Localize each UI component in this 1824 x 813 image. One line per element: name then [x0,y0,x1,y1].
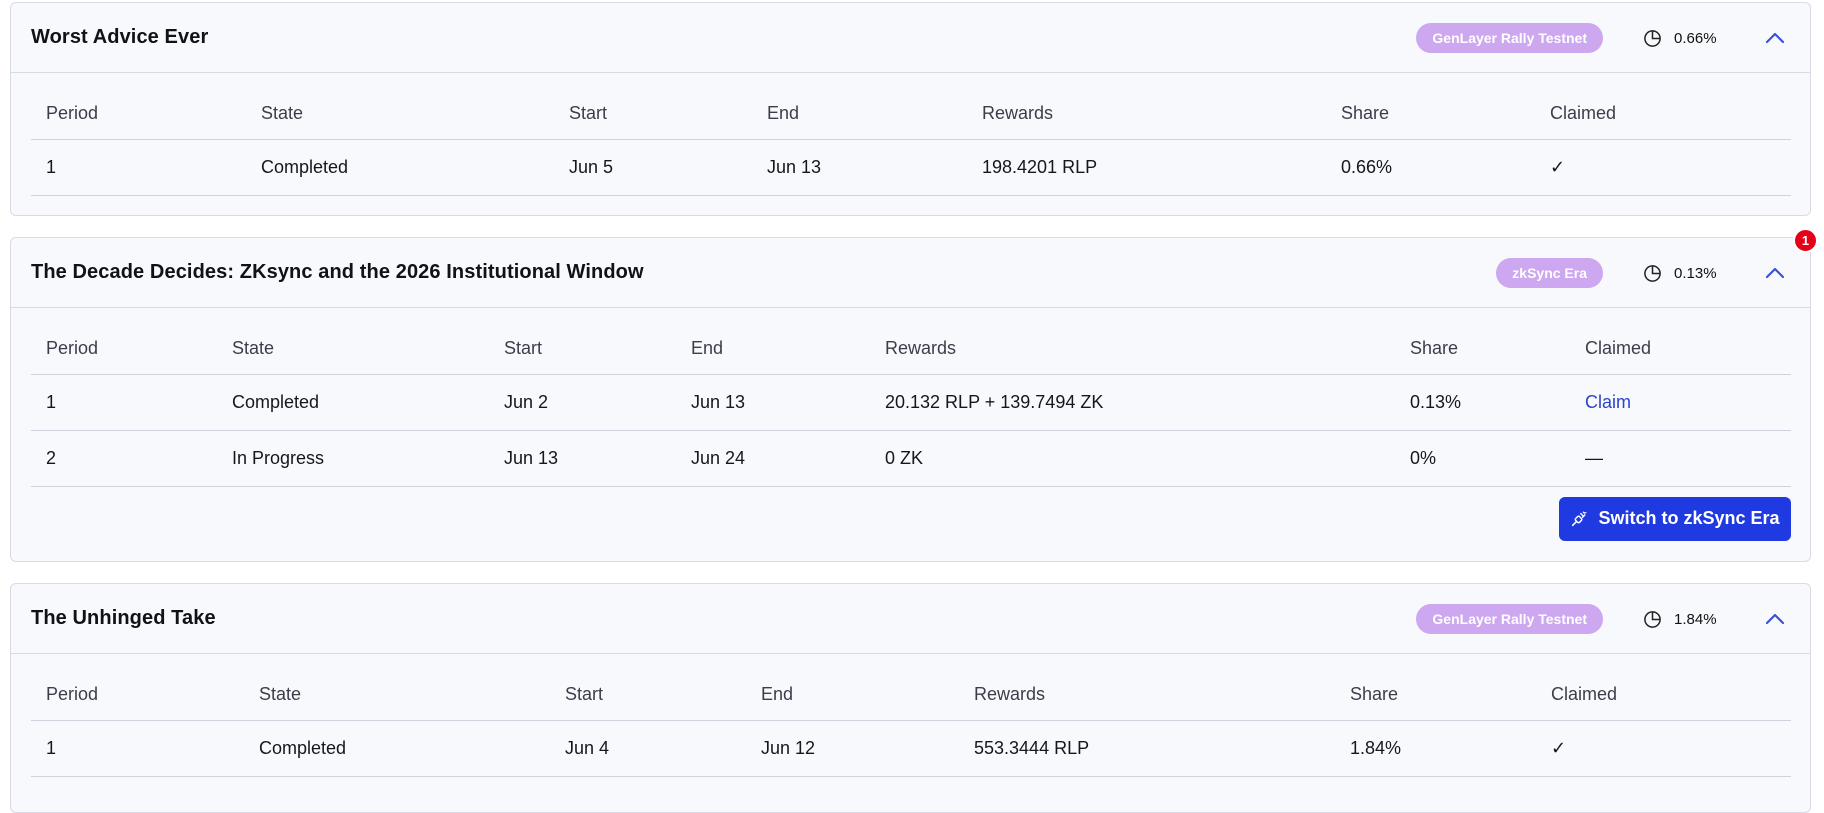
column-rewards: Rewards [959,654,1335,721]
share-summary: 1.84% [1643,610,1753,629]
column-rewards: Rewards [870,308,1395,375]
cell-period: 1 [31,720,244,777]
cell-state: Completed [244,720,550,777]
claim-link[interactable]: Claim [1585,392,1631,412]
switch-network-button[interactable]: Switch to zkSync Era [1559,496,1791,541]
card-header[interactable]: The Decade Decides: ZKsync and the 2026 … [11,238,1810,308]
column-period: Period [31,308,217,375]
card-header[interactable]: The Unhinged Take GenLayer Rally Testnet… [11,584,1810,654]
column-state: State [246,73,554,140]
share-value: 1.84% [1674,610,1717,628]
card-body: Period State Start End Rewards Share Cla… [11,308,1810,563]
column-rewards: Rewards [967,73,1326,140]
cell-start: Jun 13 [489,430,676,487]
cell-start: Jun 5 [554,139,752,196]
cell-claimed-check: ✓ [1536,720,1791,777]
cell-period: 2 [31,430,217,487]
column-share: Share [1326,73,1535,140]
share-value: 0.13% [1674,264,1717,282]
cell-share: 1.84% [1335,720,1536,777]
cell-rewards: 553.3444 RLP [959,720,1335,777]
cell-end: Jun 13 [752,139,967,196]
header-right: GenLayer Rally Testnet 1.84% [1416,584,1810,654]
card-header[interactable]: Worst Advice Ever GenLayer Rally Testnet… [11,3,1810,73]
table-header-row: Period State Start End Rewards Share Cla… [31,73,1791,140]
claim-cell: Claim [1570,374,1791,431]
column-share: Share [1395,308,1570,375]
cell-start: Jun 2 [489,374,676,431]
chevron-up-icon[interactable] [1763,26,1787,50]
periods-table: Period State Start End Rewards Share Cla… [31,308,1791,487]
cell-share: 0% [1395,430,1570,487]
share-value: 0.66% [1674,29,1717,47]
cell-state: Completed [246,139,554,196]
column-state: State [217,308,489,375]
periods-table: Period State Start End Rewards Share Cla… [31,654,1791,777]
card-body: Period State Start End Rewards Share Cla… [11,73,1810,196]
column-start: Start [550,654,746,721]
pie-chart-icon [1643,264,1662,283]
cell-share: 0.13% [1395,374,1570,431]
pie-chart-icon [1643,610,1662,629]
table-row: 1 Completed Jun 5 Jun 13 198.4201 RLP 0.… [31,139,1791,196]
column-claimed: Claimed [1570,308,1791,375]
column-end: End [752,73,967,140]
cell-claimed-dash: — [1570,430,1791,487]
cell-period: 1 [31,139,246,196]
campaign-card-worst-advice: Worst Advice Ever GenLayer Rally Testnet… [10,2,1811,216]
cell-share: 0.66% [1326,139,1535,196]
card-title: Worst Advice Ever [31,26,209,48]
header-right: GenLayer Rally Testnet 0.66% [1416,3,1810,73]
plug-icon [1570,510,1588,528]
card-title: The Unhinged Take [31,607,216,629]
column-end: End [676,308,870,375]
cell-rewards: 198.4201 RLP [967,139,1326,196]
column-start: Start [489,308,676,375]
cell-claimed-check: ✓ [1535,139,1791,196]
table-header-row: Period State Start End Rewards Share Cla… [31,308,1791,375]
column-state: State [244,654,550,721]
table-row: 1 Completed Jun 4 Jun 12 553.3444 RLP 1.… [31,720,1791,777]
share-summary: 0.66% [1643,29,1753,48]
column-start: Start [554,73,752,140]
campaign-card-decade-decides: 1 The Decade Decides: ZKsync and the 202… [10,228,1818,563]
header-right: zkSync Era 0.13% [1496,238,1810,308]
campaign-card-unhinged-take: The Unhinged Take GenLayer Rally Testnet… [10,583,1811,813]
cell-state: In Progress [217,430,489,487]
chain-badge: zkSync Era [1496,258,1603,288]
pie-chart-icon [1643,29,1662,48]
table-header-row: Period State Start End Rewards Share Cla… [31,654,1791,721]
cell-end: Jun 24 [676,430,870,487]
column-claimed: Claimed [1535,73,1791,140]
column-claimed: Claimed [1536,654,1791,721]
share-summary: 0.13% [1643,264,1753,283]
table-row: 1 Completed Jun 2 Jun 13 20.132 RLP + 13… [31,374,1791,431]
cell-rewards: 0 ZK [870,430,1395,487]
switch-network-label: Switch to zkSync Era [1598,508,1780,528]
cell-state: Completed [217,374,489,431]
card-body: Period State Start End Rewards Share Cla… [11,654,1810,777]
switch-row: Switch to zkSync Era [31,487,1791,563]
column-period: Period [31,73,246,140]
chain-badge: GenLayer Rally Testnet [1416,23,1603,53]
cell-rewards: 20.132 RLP + 139.7494 ZK [870,374,1395,431]
chain-badge: GenLayer Rally Testnet [1416,604,1603,634]
periods-table: Period State Start End Rewards Share Cla… [31,73,1791,196]
cell-start: Jun 4 [550,720,746,777]
table-row: 2 In Progress Jun 13 Jun 24 0 ZK 0% — [31,430,1791,487]
column-end: End [746,654,959,721]
column-period: Period [31,654,244,721]
chevron-up-icon[interactable] [1763,261,1787,285]
column-share: Share [1335,654,1536,721]
chevron-up-icon[interactable] [1763,607,1787,631]
cell-end: Jun 12 [746,720,959,777]
cell-period: 1 [31,374,217,431]
card-title: The Decade Decides: ZKsync and the 2026 … [31,261,644,283]
cell-end: Jun 13 [676,374,870,431]
